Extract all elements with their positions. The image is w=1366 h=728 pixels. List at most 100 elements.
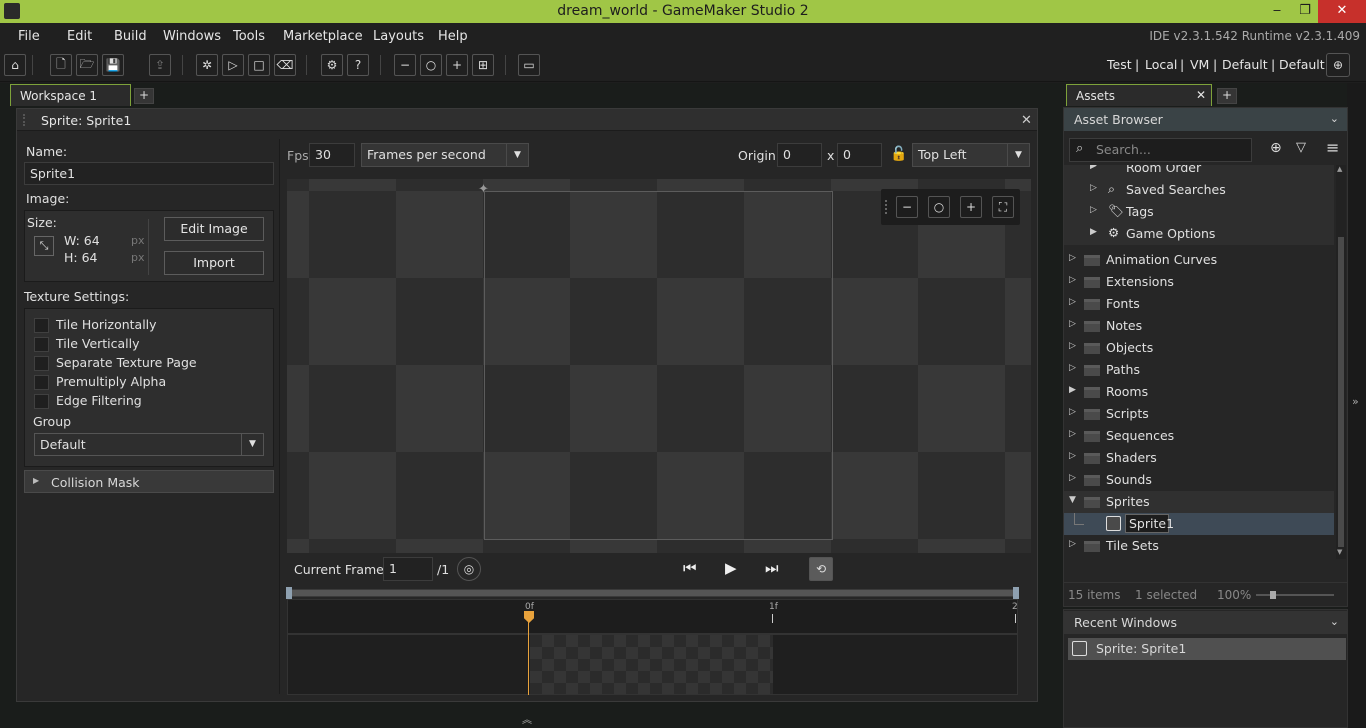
settings-icon[interactable]: ⚙ bbox=[321, 54, 343, 76]
folder-scripts[interactable]: ▷ Scripts bbox=[1064, 403, 1334, 425]
collision-mask-header[interactable]: ▶ Collision Mask bbox=[24, 470, 274, 493]
menu-file[interactable]: File bbox=[18, 29, 40, 44]
quick-item-tags[interactable]: ▷ 🏷 Tags bbox=[1064, 201, 1334, 223]
zoom-in-icon[interactable]: + bbox=[446, 54, 468, 76]
target-test[interactable]: Test bbox=[1107, 57, 1132, 72]
edit-image-button[interactable]: Edit Image bbox=[164, 217, 264, 241]
tab-assets[interactable]: Assets ✕ bbox=[1066, 84, 1212, 106]
origin-preset-select[interactable]: Top Left ▼ bbox=[912, 143, 1030, 167]
folder-sequences[interactable]: ▷ Sequences bbox=[1064, 425, 1334, 447]
folder-tile-sets[interactable]: ▷ Tile Sets bbox=[1064, 535, 1334, 557]
import-button[interactable]: Import bbox=[164, 251, 264, 275]
origin-crosshair-icon[interactable]: ✦ bbox=[478, 182, 489, 197]
target-settings-icon[interactable]: ⊕ bbox=[1326, 53, 1350, 77]
asset-name-edit-field[interactable]: Sprite1 bbox=[1125, 514, 1174, 533]
zoom-reset-icon[interactable]: ○ bbox=[420, 54, 442, 76]
menu-windows[interactable]: Windows bbox=[163, 29, 221, 44]
add-assets-tab-button[interactable]: + bbox=[1217, 88, 1237, 104]
fps-input[interactable]: 30 bbox=[309, 143, 355, 167]
last-frame-icon[interactable]: ⏭ bbox=[765, 559, 779, 577]
menu-icon[interactable]: ≡ bbox=[1326, 138, 1339, 157]
open-project-icon[interactable]: 🗁 bbox=[76, 54, 98, 76]
menu-tools[interactable]: Tools bbox=[233, 29, 265, 44]
folder-paths[interactable]: ▷ Paths bbox=[1064, 359, 1334, 381]
target-device[interactable]: Default bbox=[1279, 57, 1325, 72]
sprite-editor-header[interactable]: Sprite: Sprite1 ✕ bbox=[17, 109, 1037, 131]
restore-button[interactable]: ❐ bbox=[1292, 0, 1318, 23]
tab-workspace-1[interactable]: Workspace 1 bbox=[10, 84, 131, 106]
target-config[interactable]: Default bbox=[1222, 57, 1268, 72]
tab-assets-close-icon[interactable]: ✕ bbox=[1196, 88, 1206, 102]
menu-marketplace[interactable]: Marketplace bbox=[283, 29, 363, 44]
clean-icon[interactable]: ⌫ bbox=[274, 54, 296, 76]
collapse-right-icon[interactable]: » bbox=[1352, 395, 1359, 408]
folder-objects[interactable]: ▷ Objects bbox=[1064, 337, 1334, 359]
menu-help[interactable]: Help bbox=[438, 29, 468, 44]
loop-icon[interactable]: ⟲ bbox=[809, 557, 833, 581]
save-icon[interactable]: 💾 bbox=[102, 54, 124, 76]
asset-search-input[interactable]: ⌕ Search... bbox=[1069, 138, 1252, 162]
debug-icon[interactable]: ✲ bbox=[196, 54, 218, 76]
close-button[interactable]: ✕ bbox=[1318, 0, 1366, 23]
target-local[interactable]: Local bbox=[1145, 57, 1177, 72]
stop-icon[interactable]: □ bbox=[248, 54, 270, 76]
right-dock-divider[interactable]: » bbox=[1347, 83, 1366, 728]
export-icon[interactable]: ⇪ bbox=[149, 54, 171, 76]
create-asset-icon[interactable]: ⊕ bbox=[1270, 140, 1282, 156]
folder-animation-curves[interactable]: ▷ Animation Curves bbox=[1064, 249, 1334, 271]
zoom-out-icon[interactable]: − bbox=[394, 54, 416, 76]
sprite-editor-close-icon[interactable]: ✕ bbox=[1021, 113, 1032, 128]
fit-to-screen-icon[interactable]: ⛶ bbox=[992, 196, 1014, 218]
zoom-reset-icon[interactable]: ○ bbox=[928, 196, 950, 218]
folder-sounds[interactable]: ▷ Sounds bbox=[1064, 469, 1334, 491]
zoom-out-icon[interactable]: − bbox=[896, 196, 918, 218]
zoom-slider-thumb[interactable] bbox=[1270, 591, 1276, 599]
quick-item-game-options[interactable]: ▶ ⚙ Game Options bbox=[1064, 223, 1334, 245]
checkbox-box[interactable] bbox=[34, 337, 49, 352]
collapse-up-icon[interactable]: ︽ bbox=[522, 711, 532, 726]
current-frame-input[interactable]: 1 bbox=[383, 557, 433, 581]
timeline-ruler[interactable]: 0f 1f 2 bbox=[287, 599, 1018, 634]
folder-shaders[interactable]: ▷ Shaders bbox=[1064, 447, 1334, 469]
asset-browser-header[interactable]: Asset Browser ⌄ bbox=[1064, 108, 1347, 131]
zoom-in-icon[interactable]: + bbox=[960, 196, 982, 218]
timeline-scrollbar[interactable] bbox=[286, 587, 1019, 599]
recent-windows-header[interactable]: Recent Windows ⌄ bbox=[1064, 611, 1347, 634]
scroll-up-icon[interactable]: ▲ bbox=[1337, 165, 1342, 173]
origin-x-input[interactable]: 0 bbox=[777, 143, 822, 167]
menu-build[interactable]: Build bbox=[114, 29, 147, 44]
scroll-down-icon[interactable]: ▼ bbox=[1337, 548, 1342, 556]
folder-rooms[interactable]: ▶ Rooms bbox=[1064, 381, 1334, 403]
gamepad-icon[interactable]: ⊞ bbox=[472, 54, 494, 76]
checkbox-box[interactable] bbox=[34, 318, 49, 333]
asset-tree-scrollbar[interactable]: ▲ ▼ bbox=[1336, 165, 1346, 559]
checkbox-box[interactable] bbox=[34, 356, 49, 371]
menu-edit[interactable]: Edit bbox=[67, 29, 92, 44]
origin-y-input[interactable]: 0 bbox=[837, 143, 882, 167]
first-frame-icon[interactable]: ⏮ bbox=[683, 559, 697, 577]
checkbox-box[interactable] bbox=[34, 375, 49, 390]
scroll-handle-right[interactable] bbox=[1013, 587, 1019, 599]
folder-fonts[interactable]: ▷ Fonts bbox=[1064, 293, 1334, 315]
new-project-icon[interactable]: 🗋 bbox=[50, 54, 72, 76]
minimize-button[interactable]: ‒ bbox=[1262, 0, 1292, 23]
lock-icon[interactable]: 🔓 bbox=[890, 146, 907, 162]
add-workspace-button[interactable]: + bbox=[134, 88, 154, 104]
folder-sprites[interactable]: ▼ Sprites bbox=[1064, 491, 1334, 513]
fps-mode-select[interactable]: Frames per second ▼ bbox=[361, 143, 529, 167]
device-icon[interactable]: ▭ bbox=[518, 54, 540, 76]
asset-item-sprite1[interactable]: Sprite1 bbox=[1064, 513, 1334, 535]
quick-item-room-order[interactable]: ▶ Room Order bbox=[1064, 165, 1334, 179]
home-icon[interactable]: ⌂ bbox=[4, 54, 26, 76]
filter-icon[interactable]: ▽ bbox=[1296, 140, 1306, 155]
recent-window-item[interactable]: Sprite: Sprite1 bbox=[1068, 638, 1346, 660]
frame-thumbnail[interactable] bbox=[530, 635, 773, 694]
folder-extensions[interactable]: ▷ Extensions bbox=[1064, 271, 1334, 293]
help-icon[interactable]: ? bbox=[347, 54, 369, 76]
run-icon[interactable]: ▷ bbox=[222, 54, 244, 76]
quick-item-saved-searches[interactable]: ▷ ⌕ Saved Searches bbox=[1064, 179, 1334, 201]
target-vm[interactable]: VM bbox=[1190, 57, 1209, 72]
checkbox-box[interactable] bbox=[34, 394, 49, 409]
group-select[interactable]: Default ▼ bbox=[34, 433, 264, 456]
sprite-canvas[interactable]: ✦ − ○ + ⛶ bbox=[287, 179, 1031, 553]
